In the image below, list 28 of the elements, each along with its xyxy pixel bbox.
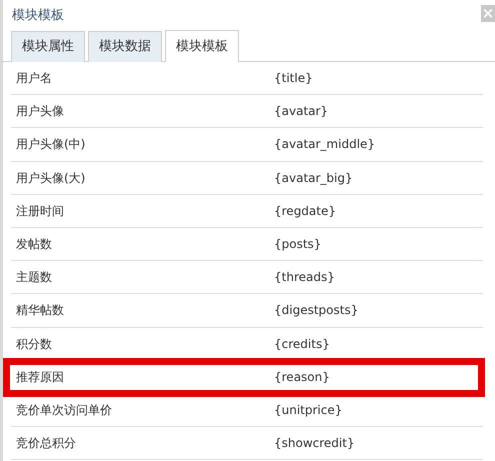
table-cell-text: 主题数 [16,269,53,286]
table-cell-text: 用户头像(大) [16,170,86,187]
table-cell-text: {showcredit} [274,435,355,452]
table-cell-text: 用户头像(中) [16,136,86,154]
table-cell-text: 用户头像 [16,103,65,120]
table-cell-text: {regdate} [274,202,336,220]
table-cell-text: 用户名 [16,70,53,88]
table-cell-text: {threads} [274,269,335,286]
table-cell-text: {credits} [274,336,330,353]
tab[interactable]: 模块属性 [11,31,85,62]
table-cell-text: {avatar_big} [274,170,353,187]
table-cell-text: {unitprice} [274,402,342,419]
table-cell-text: 竞价单次访问单价 [16,402,113,419]
table-cell-text: {digestposts} [274,302,358,320]
table-cell-text: 精华帖数 [16,302,65,320]
table-cell-text: 积分数 [16,336,53,353]
table-cell-text: {posts} [274,236,322,254]
table-cell-text: 发帖数 [16,236,53,254]
tab[interactable]: 模块模板 [165,30,239,62]
window-title: 模块模板 [12,6,64,25]
table-cell-text: {avatar} [274,103,328,120]
table-cell-text: 推荐原因 [16,368,65,386]
table-cell-text: 竞价总积分 [16,435,77,452]
table-cell-text: 注册时间 [16,202,65,220]
table-cell-text: {avatar_middle} [274,136,376,154]
table-cell-text: {reason} [274,368,330,386]
tab[interactable]: 模块数据 [88,31,162,62]
table-cell-text: {title} [274,70,313,88]
